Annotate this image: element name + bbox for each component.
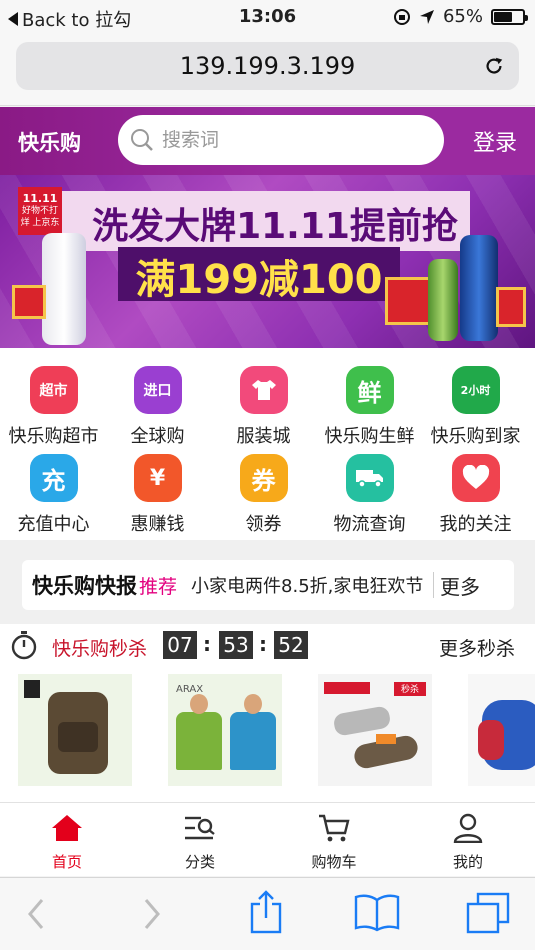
search-icon: [131, 129, 153, 151]
countdown-separator: :: [203, 632, 211, 656]
event-badge: 11.11 好物不打烊 上京东: [18, 187, 62, 235]
coupon-icon: 券: [239, 454, 288, 502]
tab-categories[interactable]: 分类: [150, 813, 250, 872]
category-home-delivery[interactable]: 2小时 快乐购到家: [422, 366, 529, 448]
news-tag: 推荐: [139, 575, 178, 598]
divider: [433, 572, 435, 598]
news-more-link[interactable]: 更多: [440, 571, 480, 600]
reload-icon[interactable]: [483, 55, 505, 77]
tabs-icon[interactable]: [466, 892, 510, 934]
status-indicators: 65%: [393, 6, 528, 27]
tab-profile[interactable]: 我的: [418, 813, 518, 872]
category-clothing[interactable]: 服装城: [210, 366, 317, 448]
site-header: 快乐购 登录: [0, 107, 535, 175]
product-socks[interactable]: 秒杀: [318, 674, 432, 786]
status-bar: Back to 拉勾 13:06 65%: [0, 0, 535, 36]
global-import-icon: 进口: [133, 366, 182, 414]
money-bag-icon: ¥: [133, 454, 182, 502]
gift-box-image: [496, 287, 526, 327]
stopwatch-icon: [11, 631, 37, 660]
user-icon: [453, 813, 483, 844]
news-headline[interactable]: 小家电两件8.5折,家电狂欢节: [191, 572, 427, 598]
browser-address-area: 139.199.3.199: [0, 36, 535, 106]
address-bar[interactable]: 139.199.3.199: [16, 42, 519, 90]
category-favorites[interactable]: 我的关注: [422, 454, 529, 536]
news-title: 快乐购快报: [32, 574, 137, 598]
gift-box-image: [385, 277, 433, 325]
gift-box-image: [12, 285, 46, 319]
banner-headline: 洗发大牌11.11提前抢: [92, 206, 458, 247]
shampoo-bottle-image: [42, 233, 86, 345]
tab-home[interactable]: 首页: [17, 813, 117, 872]
battery-icon: [491, 8, 528, 25]
search-box[interactable]: [118, 115, 444, 165]
flash-sale-title: 快乐购秒杀: [52, 638, 148, 660]
share-icon[interactable]: [248, 890, 284, 934]
category-earn-money[interactable]: ¥ 惠赚钱: [104, 454, 211, 536]
category-grid: 超市 快乐购超市 进口 全球购 服装城 鲜 快乐购生鲜 2小时 快乐购到家 充 …: [0, 348, 535, 540]
product-tshirts[interactable]: ARAX: [168, 674, 282, 786]
countdown-hours: 07: [163, 631, 197, 659]
countdown-minutes: 53: [219, 631, 253, 659]
rotation-lock-icon: [393, 8, 410, 25]
product-down-jacket[interactable]: [468, 674, 535, 786]
supermarket-icon: 超市: [29, 366, 78, 414]
category-global[interactable]: 进口 全球购: [104, 366, 211, 448]
url-text: 139.199.3.199: [179, 52, 356, 80]
countdown-separator: :: [259, 632, 267, 656]
news-ticker[interactable]: 快乐购快报 推荐 小家电两件8.5折,家电狂欢节 更多: [22, 560, 514, 610]
heart-icon: [451, 454, 500, 502]
location-arrow-icon: [419, 9, 434, 24]
news-section: 快乐购快报 推荐 小家电两件8.5折,家电狂欢节 更多: [0, 540, 535, 624]
browser-toolbar: [0, 877, 535, 950]
shampoo-bottle-image: [460, 235, 498, 341]
category-logistics[interactable]: 物流查询: [316, 454, 423, 536]
product-backpack[interactable]: [18, 674, 132, 786]
shampoo-bottle-image: [428, 259, 458, 341]
clothing-icon: [239, 366, 288, 414]
category-recharge[interactable]: 充 充值中心: [0, 454, 107, 536]
banner-promo: 满199减100: [135, 257, 383, 303]
bookmarks-icon[interactable]: [354, 894, 400, 932]
shopping-cart-icon: [319, 814, 350, 842]
category-list-icon: [185, 816, 215, 840]
login-link[interactable]: 登录: [473, 125, 517, 157]
home-icon: [52, 815, 82, 841]
flash-sale-section: 快乐购秒杀 07 : 53 : 52 更多秒杀 ARAX 秒杀: [0, 624, 535, 802]
category-supermarket[interactable]: 超市 快乐购超市: [0, 366, 107, 448]
category-fresh[interactable]: 鲜 快乐购生鲜: [316, 366, 423, 448]
category-coupons[interactable]: 券 领券: [210, 454, 317, 536]
browser-back-icon[interactable]: [24, 896, 48, 932]
recharge-icon: 充: [29, 454, 78, 502]
tab-cart[interactable]: 购物车: [284, 813, 384, 872]
delivery-icon: 2小时: [451, 366, 500, 414]
fresh-icon: 鲜: [345, 366, 394, 414]
site-logo[interactable]: 快乐购: [18, 127, 81, 157]
search-input[interactable]: [160, 128, 420, 152]
battery-percent: 65%: [442, 6, 483, 27]
countdown-seconds: 52: [274, 631, 308, 659]
browser-forward-icon[interactable]: [140, 896, 164, 932]
bottom-tab-bar: 首页 分类 购物车 我的: [0, 802, 535, 876]
promo-banner[interactable]: 11.11 好物不打烊 上京东 洗发大牌11.11提前抢 满199减100: [0, 175, 535, 348]
more-flash-sales-link[interactable]: 更多秒杀: [439, 634, 515, 661]
truck-icon: [345, 454, 394, 502]
